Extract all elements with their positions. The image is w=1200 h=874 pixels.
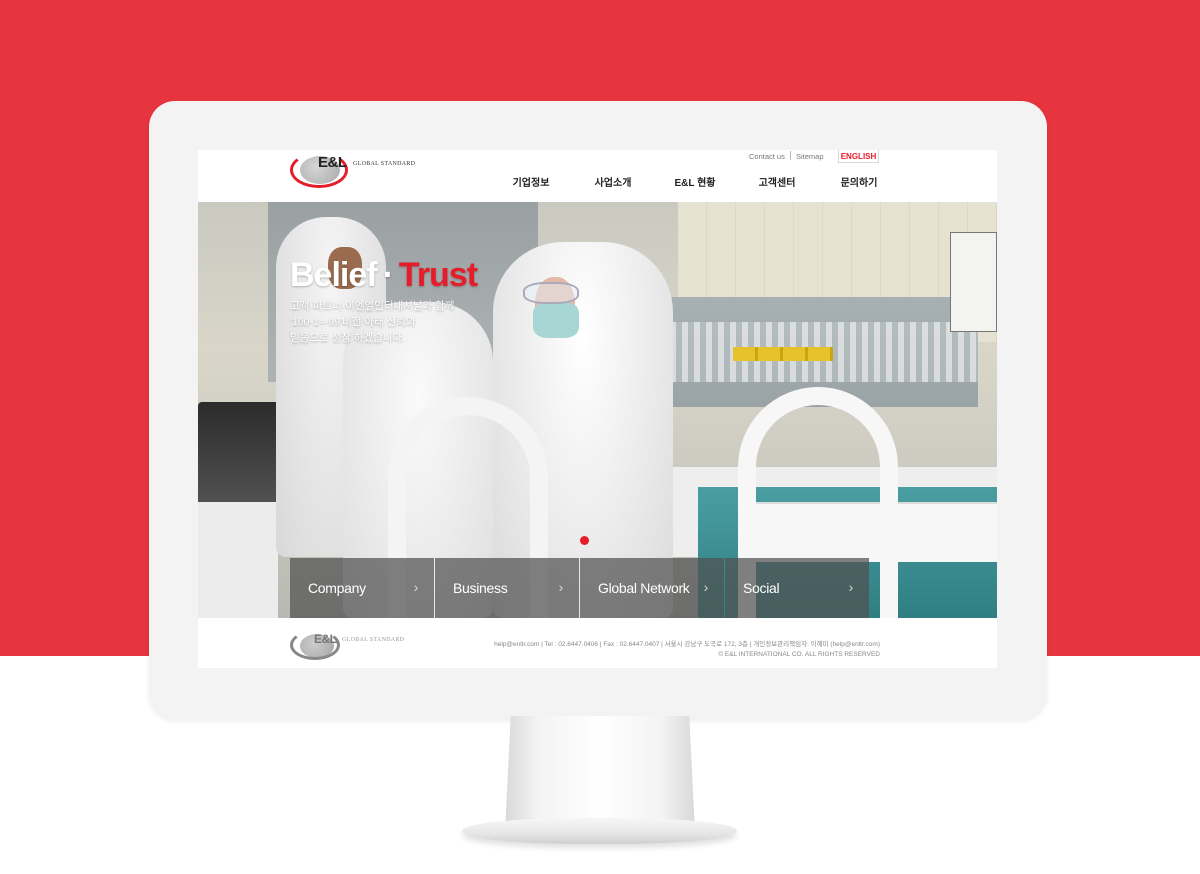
logo-text: E&L	[318, 154, 347, 171]
monitor-stand-base	[462, 818, 737, 844]
site-footer: E&L GLOBAL STANDARD help@enltr.com | Tel…	[198, 618, 997, 668]
nav-item-business[interactable]: 사업소개	[572, 174, 654, 189]
site-header: E&L GLOBAL STANDARD Contact us Sitemap E…	[198, 150, 997, 202]
quick-links: Company › Business › Global Network › So…	[290, 558, 870, 618]
slider-indicator-dot[interactable]	[580, 536, 589, 545]
main-navigation: 기업정보 사업소개 E&L 현황 고객센터 문의하기	[490, 174, 900, 189]
hero-description-line: 고객·파트너·이엔엘인터내셔널과 함께	[290, 300, 455, 312]
nav-item-company-info[interactable]: 기업정보	[490, 174, 572, 189]
hero-title-separator: ·	[382, 256, 394, 294]
chevron-right-icon: ›	[703, 579, 709, 595]
quick-link-social[interactable]: Social ›	[725, 558, 869, 618]
quick-link-label: Social	[743, 580, 780, 596]
footer-logo-text: E&L	[314, 632, 337, 646]
hero-photo-machine	[198, 502, 278, 618]
quick-link-business[interactable]: Business ›	[435, 558, 579, 618]
hero-photo-goggles	[523, 282, 579, 304]
footer-logo[interactable]: E&L GLOBAL STANDARD	[290, 628, 404, 664]
footer-copyright: © E&L INTERNATIONAL CO. ALL RIGHTS RESER…	[718, 651, 880, 658]
hero-description: 고객·파트너·이엔엘인터내셔널과 함께 '100-1=-99'비전 아래 신뢰와…	[290, 298, 490, 346]
sitemap-link[interactable]: Sitemap	[796, 150, 824, 162]
chevron-right-icon: ›	[848, 579, 854, 595]
monitor-stand-neck	[505, 716, 695, 832]
hero-description-line: 믿음으로 성장 하겠습니다.	[290, 332, 406, 344]
utility-divider	[790, 151, 791, 160]
hero-photo-mask	[533, 302, 579, 338]
hero-description-line: '100-1=-99'비전 아래 신뢰와	[290, 316, 416, 328]
quick-link-label: Business	[453, 580, 508, 596]
footer-logo-tagline: GLOBAL STANDARD	[342, 637, 405, 643]
chevron-right-icon: ›	[558, 579, 564, 595]
hero-photo-boxes	[733, 347, 833, 361]
hero-title: Belief · Trust	[290, 256, 478, 295]
footer-company-info: help@enltr.com | Tel : 02.6447.0406 | Fa…	[494, 640, 880, 660]
logo-tagline: GLOBAL STANDARD	[353, 161, 416, 167]
website-screen: E&L GLOBAL STANDARD Contact us Sitemap E…	[198, 150, 997, 668]
nav-item-inquiry[interactable]: 문의하기	[818, 174, 900, 189]
contact-us-link[interactable]: Contact us	[749, 150, 785, 162]
nav-item-customer-center[interactable]: 고객센터	[736, 174, 818, 189]
nav-item-status[interactable]: E&L 현황	[654, 174, 736, 189]
hero-slider: Belief · Trust 고객·파트너·이엔엘인터내셔널과 함께 '100-1=…	[198, 202, 997, 618]
quick-link-label: Global Network	[598, 580, 690, 596]
hero-title-trust: Trust	[398, 256, 478, 294]
site-logo[interactable]: E&L GLOBAL STANDARD	[290, 150, 415, 192]
footer-contact-line: help@enltr.com | Tel : 02.6447.0406 | Fa…	[494, 641, 880, 648]
quick-link-company[interactable]: Company ›	[290, 558, 434, 618]
hero-title-belief: Belief	[290, 256, 378, 294]
language-english-button[interactable]: ENGLISH	[838, 150, 879, 163]
hero-photo-microscope	[198, 402, 288, 512]
quick-link-label: Company	[308, 580, 366, 596]
hero-photo-projection-screen	[950, 232, 997, 332]
chevron-right-icon: ›	[413, 579, 419, 595]
quick-link-global-network[interactable]: Global Network ›	[580, 558, 724, 618]
